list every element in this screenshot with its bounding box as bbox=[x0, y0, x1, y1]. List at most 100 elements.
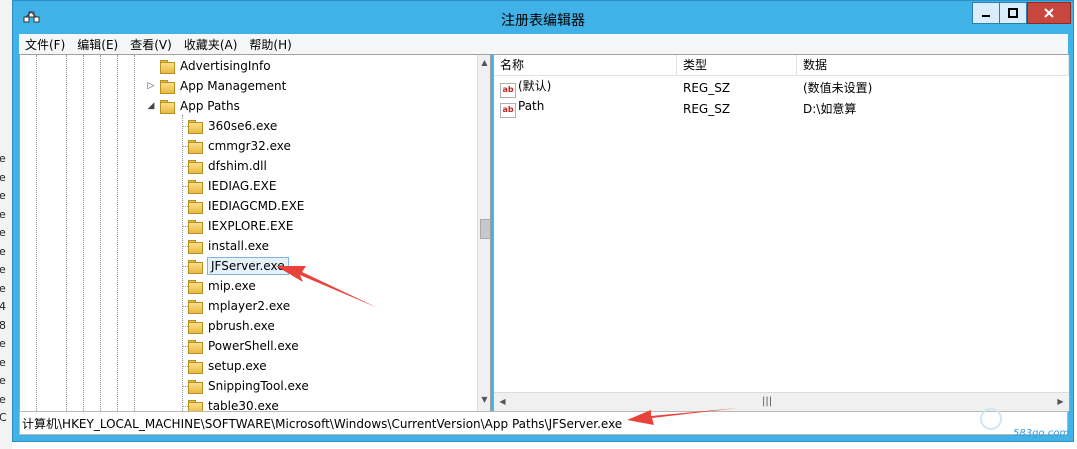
minimize-button[interactable] bbox=[972, 2, 1000, 24]
background-text-fragment: 8 bbox=[0, 318, 6, 332]
window-title: 注册表编辑器 bbox=[501, 13, 585, 29]
tree-node-label: AdvertisingInfo bbox=[180, 59, 271, 73]
registry-key-tree[interactable]: AdvertisingInfo ▷ App Management ◢ App Paths… bbox=[19, 54, 491, 412]
tree-node-label: IEDIAGCMD.EXE bbox=[208, 199, 305, 213]
expander-icon[interactable]: ◢ bbox=[146, 101, 156, 111]
background-window-edge: eeeeeeee48eeeeC bbox=[0, 0, 12, 449]
tree-node-child[interactable]: JFServer.exe bbox=[188, 256, 289, 276]
title-bar[interactable]: 注册表编辑器 bbox=[13, 1, 1073, 35]
tree-node-label: install.exe bbox=[208, 239, 270, 253]
column-header-type[interactable]: 类型 bbox=[677, 55, 797, 75]
tree-node-child[interactable]: mplayer2.exe bbox=[188, 296, 290, 316]
menu-item-3[interactable]: 收藏夹(A) bbox=[178, 36, 244, 53]
tree-node-label: cmmgr32.exe bbox=[208, 139, 291, 153]
tree-node-child[interactable]: IEDIAG.EXE bbox=[188, 176, 276, 196]
tree-node-label: pbrush.exe bbox=[208, 319, 275, 333]
folder-icon bbox=[188, 139, 203, 154]
tree-node-child[interactable]: cmmgr32.exe bbox=[188, 136, 291, 156]
tree-node-label: JFServer.exe bbox=[207, 257, 289, 275]
menu-item-4[interactable]: 帮助(H) bbox=[243, 36, 297, 53]
menu-item-2[interactable]: 查看(V) bbox=[124, 36, 178, 53]
tree-node-label: mip.exe bbox=[208, 279, 256, 293]
value-row[interactable]: ab (默认) REG_SZ (数值未设置) bbox=[494, 77, 1069, 98]
menu-item-1[interactable]: 编辑(E) bbox=[71, 36, 124, 53]
tree-node-label: setup.exe bbox=[208, 359, 267, 373]
background-text-fragment: e bbox=[0, 374, 6, 387]
tree-node-child[interactable]: SnippingTool.exe bbox=[188, 376, 309, 396]
background-text-fragment: e bbox=[0, 263, 6, 276]
value-name: Path bbox=[518, 99, 545, 113]
tree-node-label: mplayer2.exe bbox=[208, 299, 291, 313]
scroll-left-icon[interactable]: ◀ bbox=[496, 397, 509, 406]
tree-node-child[interactable]: setup.exe bbox=[188, 356, 267, 376]
folder-icon bbox=[188, 159, 203, 174]
maximize-button[interactable] bbox=[999, 2, 1027, 24]
background-text-fragment: e bbox=[0, 152, 6, 165]
maximize-icon bbox=[1008, 8, 1018, 18]
tree-node-label: IEDIAG.EXE bbox=[208, 179, 277, 193]
folder-icon bbox=[160, 79, 175, 94]
background-text-fragment: e bbox=[0, 392, 6, 406]
watermark: 583go.com bbox=[1013, 428, 1070, 439]
folder-icon bbox=[188, 199, 203, 214]
background-text-fragment: e bbox=[0, 207, 6, 221]
folder-icon bbox=[188, 239, 203, 254]
folder-icon bbox=[188, 379, 203, 394]
column-header-data[interactable]: 数据 bbox=[797, 55, 1069, 75]
folder-icon bbox=[160, 59, 175, 74]
folder-icon bbox=[188, 279, 203, 294]
background-text-fragment: e bbox=[0, 281, 6, 295]
tree-vertical-scrollbar[interactable]: ▲ ▼ bbox=[477, 55, 490, 411]
values-horizontal-scrollbar[interactable]: ◀ ||| ▶ bbox=[494, 392, 1069, 411]
value-name-cell: ab (默认) bbox=[494, 77, 677, 98]
regedit-window: 注册表编辑器 文件(F) 编辑(E) 查看(V) 收藏夹(A) 帮助(H) Advert… bbox=[12, 0, 1074, 442]
background-text-fragment: e bbox=[0, 170, 6, 184]
tree-node-parent[interactable]: AdvertisingInfo bbox=[146, 56, 271, 76]
scroll-down-icon[interactable]: ▼ bbox=[478, 395, 490, 404]
menu-item-0[interactable]: 文件(F) bbox=[19, 36, 71, 53]
column-header-name[interactable]: 名称 bbox=[494, 55, 677, 75]
background-text-fragment: 4 bbox=[0, 300, 6, 313]
tree-node-child[interactable]: IEXPLORE.EXE bbox=[188, 216, 293, 236]
status-bar: 计算机\HKEY_LOCAL_MACHINE\SOFTWARE\Microsof… bbox=[19, 411, 1068, 435]
column-headers: 名称 类型 数据 bbox=[494, 55, 1069, 76]
values-list[interactable]: 名称 类型 数据 ab (默认) REG_SZ (数值未设置) ab Path REG_SZ… bbox=[493, 54, 1070, 412]
tree-node-label: dfshim.dll bbox=[208, 159, 267, 173]
tree-node-label: SnippingTool.exe bbox=[208, 379, 309, 393]
tree-node-child[interactable]: IEDIAGCMD.EXE bbox=[188, 196, 304, 216]
background-text-fragment: e bbox=[0, 244, 6, 258]
tree-node-child[interactable]: 360se6.exe bbox=[188, 116, 277, 136]
tree-node-label: App Management bbox=[180, 79, 287, 93]
value-name-cell: ab Path bbox=[494, 99, 677, 118]
tree-node-child[interactable]: table30.exe bbox=[188, 396, 279, 411]
tree-node-child[interactable]: pbrush.exe bbox=[188, 316, 275, 336]
folder-icon bbox=[188, 259, 203, 274]
folder-icon bbox=[188, 219, 203, 234]
watermark-logo-icon bbox=[980, 408, 1002, 430]
tree-node-child[interactable]: dfshim.dll bbox=[188, 156, 267, 176]
tree-node-label: PowerShell.exe bbox=[208, 339, 299, 353]
string-value-icon: ab bbox=[500, 103, 516, 118]
value-type: REG_SZ bbox=[683, 101, 731, 116]
tree-node-parent[interactable]: ▷ App Management bbox=[146, 76, 286, 96]
close-icon bbox=[1044, 8, 1054, 18]
close-button[interactable] bbox=[1027, 2, 1071, 24]
background-text-fragment: e bbox=[0, 337, 6, 350]
tree-node-parent[interactable]: ◢ App Paths bbox=[146, 96, 240, 116]
tree-node-label: 360se6.exe bbox=[208, 119, 278, 133]
expander-icon[interactable]: ▷ bbox=[146, 81, 156, 91]
scroll-grip-icon[interactable]: ||| bbox=[762, 396, 772, 407]
value-data: (数值未设置) bbox=[803, 81, 873, 95]
folder-icon bbox=[188, 119, 203, 134]
tree-node-child[interactable]: install.exe bbox=[188, 236, 269, 256]
tree-node-child[interactable]: PowerShell.exe bbox=[188, 336, 299, 356]
value-type: REG_SZ bbox=[683, 80, 731, 95]
registry-path: 计算机\HKEY_LOCAL_MACHINE\SOFTWARE\Microsof… bbox=[22, 416, 623, 431]
scroll-right-icon[interactable]: ▶ bbox=[1054, 397, 1067, 406]
scroll-thumb[interactable] bbox=[480, 219, 490, 239]
tree-node-child[interactable]: mip.exe bbox=[188, 276, 256, 296]
scroll-up-icon[interactable]: ▲ bbox=[478, 58, 490, 67]
value-row[interactable]: ab Path REG_SZ D:\如意算 bbox=[494, 98, 1069, 119]
tree-node-label: IEXPLORE.EXE bbox=[208, 219, 294, 233]
tree-node-label: App Paths bbox=[180, 99, 240, 113]
